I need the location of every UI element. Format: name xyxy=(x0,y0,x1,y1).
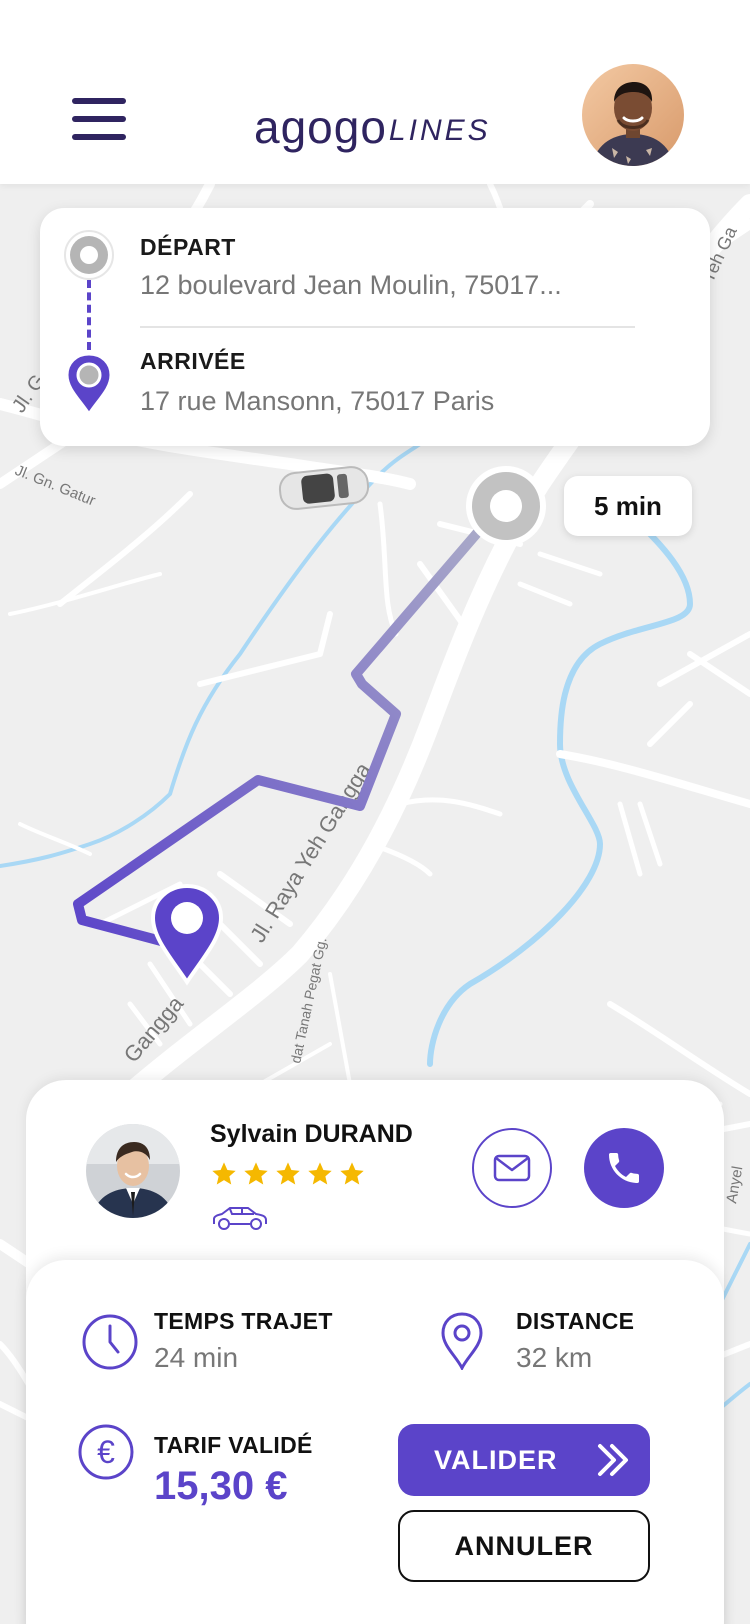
origin-marker-icon xyxy=(466,466,546,546)
phone-icon xyxy=(609,1153,639,1183)
departure-label: DÉPART xyxy=(140,234,236,260)
arrival-address[interactable]: 17 rue Mansonn, 75017 Paris xyxy=(140,386,610,417)
car-outline-icon xyxy=(210,1204,270,1232)
call-driver-button[interactable] xyxy=(584,1128,664,1208)
star-icon xyxy=(276,1162,300,1185)
destination-pin-icon xyxy=(150,883,224,986)
street-label-anyel: Anyel xyxy=(723,1165,746,1205)
distance-value: 32 km xyxy=(516,1342,593,1373)
euro-icon: € xyxy=(76,1422,136,1482)
fare-value: 15,30 € xyxy=(154,1464,288,1508)
arrival-pin-icon xyxy=(64,352,114,417)
route-address-card: DÉPART 12 boulevard Jean Moulin, 75017..… xyxy=(40,208,710,446)
mail-icon xyxy=(493,1154,531,1182)
star-icon xyxy=(244,1162,268,1185)
address-divider xyxy=(140,326,635,328)
star-icon xyxy=(308,1162,332,1185)
cancel-button[interactable]: ANNULER xyxy=(398,1510,650,1582)
route-connector-line xyxy=(87,280,91,350)
vehicle-car-icon xyxy=(278,466,370,510)
driver-rating xyxy=(210,1160,366,1188)
departure-dot-icon xyxy=(64,230,114,280)
location-pin-icon xyxy=(432,1310,492,1372)
logo-main-text: agogo xyxy=(254,101,387,153)
fare-label: TARIF VALIDÉ xyxy=(154,1432,313,1458)
travel-time-value: 24 min xyxy=(154,1342,239,1373)
user-avatar[interactable] xyxy=(582,64,684,166)
app-logo: agogo LINES xyxy=(254,100,491,150)
driver-avatar xyxy=(86,1124,180,1218)
star-icon xyxy=(340,1162,364,1185)
app-header: agogo LINES xyxy=(0,0,750,184)
clock-icon xyxy=(80,1312,140,1372)
double-chevron-right-icon xyxy=(598,1444,628,1476)
distance-label: DISTANCE xyxy=(516,1308,635,1334)
message-driver-button[interactable] xyxy=(472,1128,552,1208)
street-label-gatur: Jl. Gn. Gatur xyxy=(13,462,98,510)
svg-text:€: € xyxy=(97,1434,115,1470)
eta-badge: 5 min xyxy=(564,476,692,536)
validate-button-label: VALIDER xyxy=(434,1444,558,1475)
star-icon xyxy=(212,1162,236,1185)
travel-time-label: TEMPS TRAJET xyxy=(154,1308,333,1334)
trip-summary-panel: TEMPS TRAJET 24 min DISTANCE 32 km € TAR… xyxy=(26,1260,724,1624)
arrival-label: ARRIVÉE xyxy=(140,348,246,374)
logo-sub-text: LINES xyxy=(388,114,491,147)
validate-button[interactable]: VALIDER xyxy=(398,1424,650,1496)
driver-name: Sylvain DURAND xyxy=(210,1120,413,1148)
hamburger-menu-icon[interactable] xyxy=(70,98,128,142)
departure-address[interactable]: 12 boulevard Jean Moulin, 75017... xyxy=(140,270,610,301)
